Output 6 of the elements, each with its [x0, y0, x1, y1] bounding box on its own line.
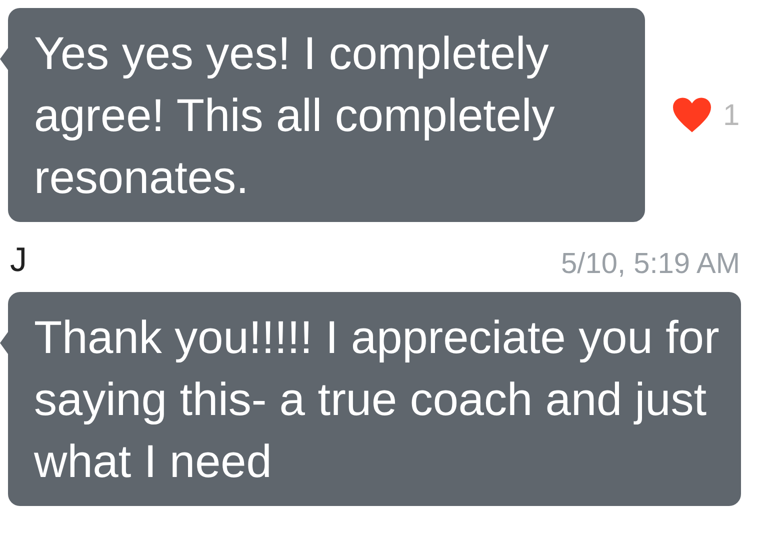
- message-timestamp: 5/10, 5:19 AM: [561, 246, 740, 282]
- like-count: 1: [723, 98, 740, 134]
- message-text: Thank you!!!!! I appreciate you for saying this- a true coach and just what I need: [34, 310, 720, 489]
- message-text: Yes yes yes! I completely agree! This all completely resonates.: [34, 26, 556, 205]
- sender-name: J: [10, 240, 27, 281]
- heart-icon[interactable]: [671, 96, 713, 134]
